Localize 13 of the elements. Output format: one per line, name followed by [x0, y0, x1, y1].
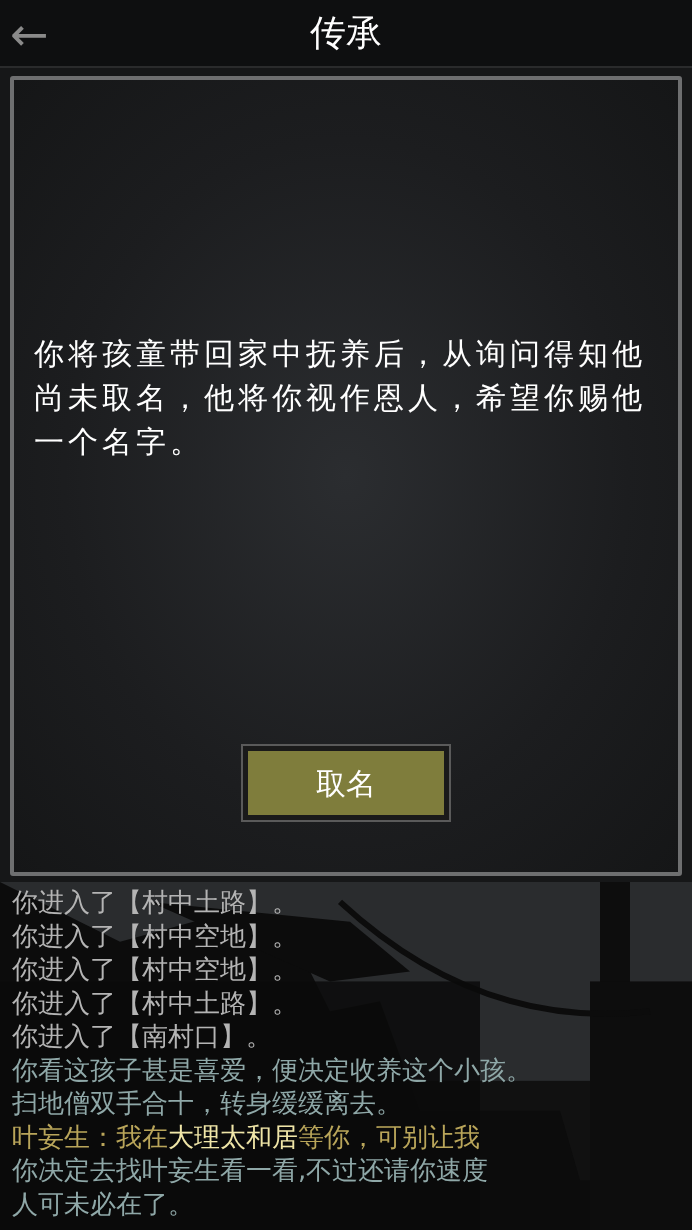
log-line: 你决定去找叶妄生看一看,不过还请你速度: [12, 1154, 490, 1187]
log-line: 你进入了【村中空地】。: [12, 919, 299, 953]
log-line: 你进入了【南村口】。: [12, 1020, 273, 1053]
log-line: 人可未必在了。: [12, 1187, 195, 1221]
log-line: 叶妄生：我在大理太和居等你，可别让我: [12, 1120, 481, 1154]
log-line: 你看这孩子甚是喜爱，便决定收养这个小孩。: [12, 1053, 533, 1087]
screen-title: 传承: [310, 11, 382, 55]
name-button[interactable]: 取名: [243, 746, 449, 820]
log-line: 扫地僧双手合十，转身缓缓离去。: [12, 1087, 403, 1120]
dialog-message: 你将孩童带回家中抚养后，从询问得知他尚未取名，他将你视作恩人，希望你赐他一个名字。: [34, 335, 647, 461]
log-line: 你进入了【村中土路】。: [12, 986, 299, 1020]
log-line: 你进入了【村中空地】。: [12, 953, 299, 986]
log-line: 你进入了【村中土路】。: [12, 886, 299, 919]
